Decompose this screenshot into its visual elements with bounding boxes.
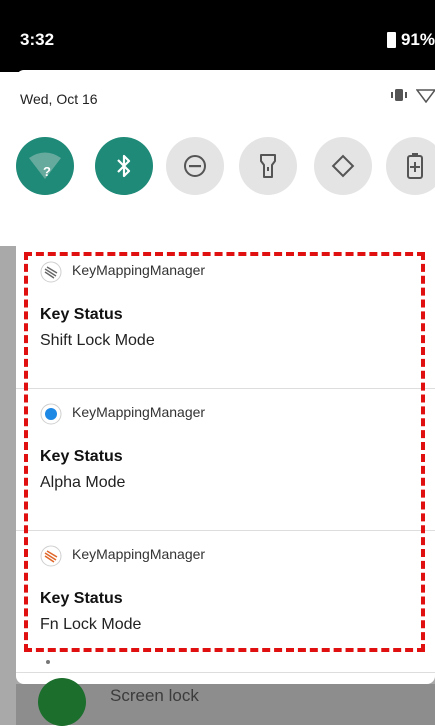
status-bar: 3:32 91% — [0, 0, 435, 72]
notification-item[interactable]: KeyMappingManager Key Status Fn Lock Mod… — [16, 530, 435, 673]
screen-lock-icon — [38, 678, 86, 726]
notification-title: Key Status — [40, 306, 123, 323]
battery-saver-tile[interactable] — [386, 137, 435, 195]
wifi-icon: ? — [29, 152, 61, 179]
screen-lock-shortcut[interactable]: Screen lock — [16, 678, 435, 726]
wifi-tile[interactable]: ? — [16, 137, 74, 195]
quick-settings-panel: Wed, Oct 16 ? — [16, 70, 435, 246]
qs-status-icons — [390, 87, 435, 103]
vibrate-icon — [391, 89, 407, 101]
bluetooth-icon — [117, 154, 131, 178]
more-notifications-dot — [46, 660, 50, 664]
status-time: 3:32 — [20, 30, 55, 49]
wifi-status-icon — [416, 89, 435, 103]
battery-saver-icon — [407, 153, 423, 179]
notification-title: Key Status — [40, 590, 123, 607]
notification-panel: KeyMappingManager Key Status Shift Lock … — [16, 246, 435, 684]
notification-text: Shift Lock Mode — [40, 332, 155, 349]
battery-icon — [386, 32, 396, 48]
shift-lock-icon — [40, 261, 62, 283]
do-not-disturb-tile[interactable] — [166, 137, 224, 195]
notification-title: Key Status — [40, 448, 123, 465]
flashlight-icon — [260, 154, 276, 178]
notification-app-name: KeyMappingManager — [72, 404, 206, 420]
notification-text: Alpha Mode — [40, 474, 126, 491]
notification-app-name: KeyMappingManager — [72, 262, 206, 278]
auto-rotate-icon — [331, 154, 355, 178]
battery-percent: 91% — [400, 30, 435, 49]
notification-text: Fn Lock Mode — [40, 616, 142, 633]
notification-item[interactable]: KeyMappingManager Key Status Shift Lock … — [16, 246, 435, 389]
auto-rotate-tile[interactable] — [314, 137, 372, 195]
screen-lock-label: Screen lock — [110, 686, 199, 705]
date-label: Wed, Oct 16 — [20, 91, 98, 107]
alpha-mode-icon — [40, 403, 62, 425]
notification-app-name: KeyMappingManager — [72, 546, 206, 562]
fn-lock-icon — [40, 545, 62, 567]
notification-item[interactable]: KeyMappingManager Key Status Alpha Mode — [16, 388, 435, 531]
do-not-disturb-icon — [184, 155, 206, 177]
bluetooth-tile[interactable] — [95, 137, 153, 195]
svg-text:?: ? — [43, 164, 51, 179]
flashlight-tile[interactable] — [239, 137, 297, 195]
status-right: 91% — [386, 30, 435, 50]
